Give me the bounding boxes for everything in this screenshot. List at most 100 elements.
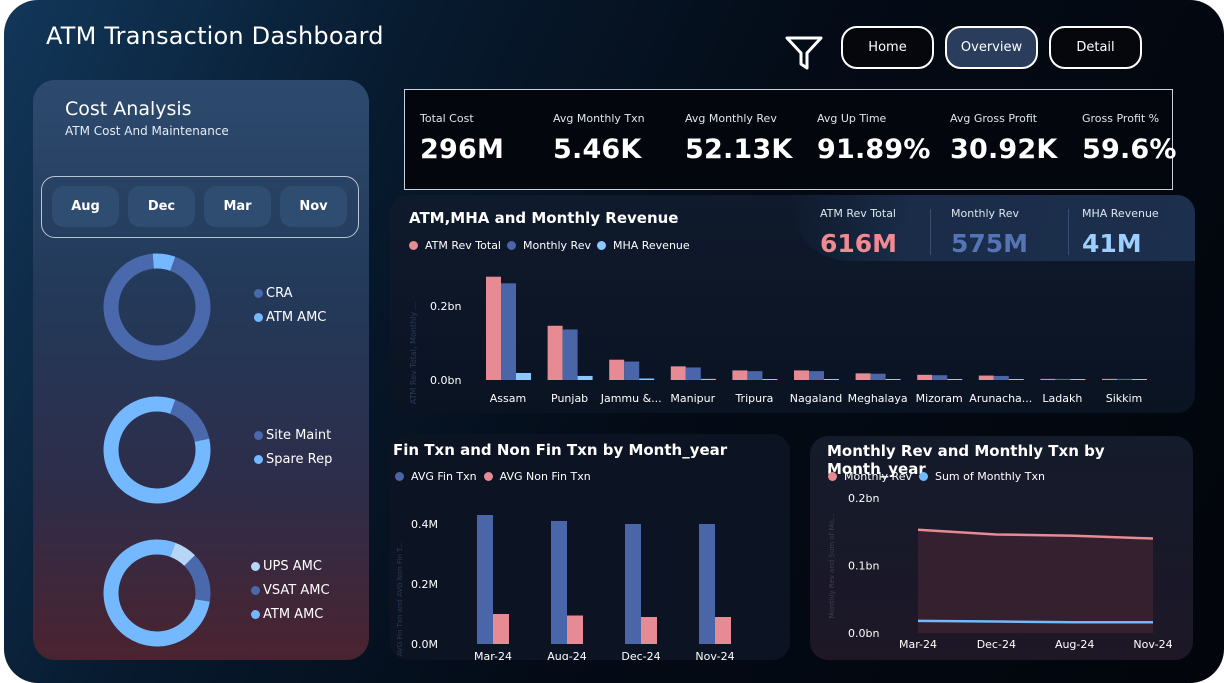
bar[interactable] bbox=[870, 373, 886, 380]
bar[interactable] bbox=[1055, 378, 1071, 380]
kpi-box: Total Cost 296M Avg Monthly Txn 5.46K Avg … bbox=[404, 89, 1176, 190]
bar[interactable] bbox=[699, 524, 715, 644]
donut-chart-ups-amc bbox=[103, 539, 211, 647]
y-axis-label: Monthly Rev and Sum of Mo... bbox=[828, 514, 836, 619]
bar[interactable] bbox=[641, 617, 657, 644]
bar[interactable] bbox=[567, 615, 583, 645]
bar[interactable] bbox=[477, 515, 493, 644]
bar[interactable] bbox=[639, 378, 655, 380]
bar[interactable] bbox=[993, 375, 1009, 380]
legend-label: ATM AMC bbox=[266, 310, 327, 325]
x-tick-label: Tripura bbox=[734, 392, 773, 405]
y-tick-label: 0.2bn bbox=[430, 300, 461, 313]
bar[interactable] bbox=[493, 614, 509, 644]
filter-icon[interactable] bbox=[784, 34, 824, 72]
page-title: ATM Transaction Dashboard bbox=[46, 22, 384, 50]
bar[interactable] bbox=[624, 361, 640, 380]
x-tick-label: Mar-24 bbox=[899, 638, 937, 651]
x-tick-label: Aug-24 bbox=[547, 650, 586, 660]
legend-label: Monthly Rev bbox=[844, 470, 912, 483]
x-tick-label: Manipur bbox=[670, 392, 715, 405]
legend-label: Spare Rep bbox=[266, 452, 333, 467]
y-tick-label: 0.0bn bbox=[430, 374, 461, 387]
legend-label: ATM Rev Total bbox=[425, 239, 501, 252]
legend-label: AVG Fin Txn bbox=[411, 470, 477, 483]
y-tick-label: 0.0M bbox=[411, 638, 438, 651]
x-tick-label: Dec-24 bbox=[977, 638, 1016, 651]
month-button-dec[interactable]: Dec bbox=[128, 186, 195, 227]
detail-button[interactable]: Detail bbox=[1049, 26, 1142, 69]
bar[interactable] bbox=[625, 524, 641, 644]
month-button-aug[interactable]: Aug bbox=[52, 186, 119, 227]
bar[interactable] bbox=[715, 617, 731, 644]
x-tick-label: Aug-24 bbox=[1055, 638, 1094, 651]
legend-dot bbox=[918, 472, 928, 481]
bar[interactable] bbox=[577, 375, 593, 380]
revenue-panel: ATM,MHA and Monthly Revenue ATM Rev Tota… bbox=[390, 195, 1195, 413]
bar[interactable] bbox=[809, 371, 824, 380]
bar[interactable] bbox=[747, 371, 763, 380]
bar[interactable] bbox=[609, 359, 625, 380]
kpi-label: Avg Gross Profit bbox=[950, 112, 1038, 125]
legend-item-site-maint: Site Maint bbox=[254, 428, 331, 443]
bar[interactable] bbox=[501, 283, 516, 380]
bar[interactable] bbox=[932, 375, 948, 380]
bar[interactable] bbox=[824, 379, 839, 380]
bar[interactable] bbox=[1070, 379, 1086, 380]
line-monthly-txn[interactable] bbox=[917, 619, 1153, 624]
bar[interactable] bbox=[516, 372, 531, 380]
x-tick-label: Nov-24 bbox=[695, 650, 734, 660]
fin-txn-bar-chart: AVG Fin Txn and AVG Non Fin T... 0.0M 0.2… bbox=[396, 515, 735, 660]
bar[interactable] bbox=[732, 370, 748, 380]
bar[interactable] bbox=[1102, 378, 1117, 380]
bar[interactable] bbox=[762, 379, 778, 380]
kpi-label: Total Cost bbox=[420, 112, 474, 125]
dashboard-frame: ATM Transaction Dashboard Home Overview … bbox=[4, 0, 1224, 683]
bar[interactable] bbox=[700, 378, 716, 380]
x-tick-label: Sikkim bbox=[1106, 392, 1143, 405]
donut-segment bbox=[103, 396, 211, 504]
bar[interactable] bbox=[1040, 378, 1056, 380]
bar[interactable] bbox=[685, 367, 701, 380]
kpi-avg-monthly-txn: Avg Monthly Txn 5.46K bbox=[553, 112, 645, 165]
x-tick-label: Nov-24 bbox=[1133, 638, 1172, 651]
kpi-label: Gross Profit % bbox=[1082, 112, 1160, 125]
bar[interactable] bbox=[947, 379, 963, 380]
x-tick-label: Dec-24 bbox=[621, 650, 660, 660]
kpi-value: 5.46K bbox=[553, 134, 642, 165]
bar[interactable] bbox=[794, 370, 809, 380]
x-tick-label: Meghalaya bbox=[848, 392, 908, 405]
legend-dot bbox=[254, 289, 263, 298]
month-button-mar[interactable]: Mar bbox=[204, 186, 271, 227]
bar[interactable] bbox=[1117, 378, 1132, 380]
overview-button[interactable]: Overview bbox=[945, 26, 1038, 69]
kpi-value: 91.89% bbox=[817, 134, 931, 165]
bar[interactable] bbox=[855, 373, 871, 380]
kpi-value: 52.13K bbox=[685, 134, 793, 165]
legend-dot bbox=[409, 241, 418, 250]
home-button[interactable]: Home bbox=[841, 26, 934, 69]
y-tick-label: 0.2M bbox=[411, 578, 438, 591]
bar[interactable] bbox=[917, 374, 933, 380]
bar[interactable] bbox=[978, 375, 994, 380]
bar[interactable] bbox=[547, 325, 563, 380]
card-label: Monthly Rev bbox=[951, 207, 1019, 220]
bar[interactable] bbox=[562, 329, 578, 380]
kpi-gross-profit-pct: Gross Profit % 59.6% bbox=[1082, 112, 1177, 165]
legend-label: UPS AMC bbox=[263, 559, 322, 574]
month-button-nov[interactable]: Nov bbox=[280, 186, 347, 227]
bar[interactable] bbox=[1132, 379, 1147, 380]
kpi-value: 30.92K bbox=[950, 134, 1058, 165]
fin-txn-panel: Fin Txn and Non Fin Txn by Month_year AV… bbox=[390, 434, 790, 660]
y-tick-label: 0.1bn bbox=[848, 560, 879, 573]
month-slicer: Aug Dec Mar Nov bbox=[41, 176, 359, 238]
bar[interactable] bbox=[551, 521, 567, 644]
y-tick-label: 0.2bn bbox=[848, 492, 879, 505]
bar[interactable] bbox=[885, 379, 901, 380]
card-label: MHA Revenue bbox=[1082, 207, 1159, 220]
bar[interactable] bbox=[670, 366, 686, 380]
card-separator bbox=[1068, 209, 1069, 255]
bar[interactable] bbox=[486, 276, 501, 380]
legend-dot bbox=[395, 472, 404, 481]
bar[interactable] bbox=[1008, 379, 1024, 380]
